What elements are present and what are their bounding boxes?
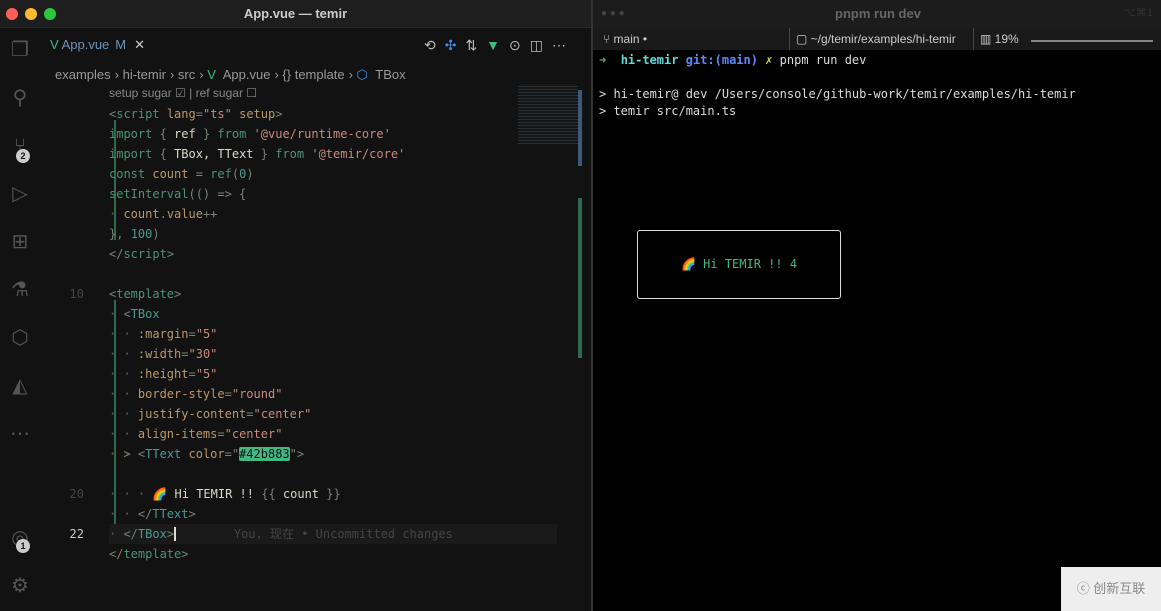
vue-icon[interactable]: ▼ xyxy=(486,37,509,53)
current-path: ▢ ~/g/temir/examples/hi-temir xyxy=(789,28,956,50)
prompt-line: ➜ hi-temir git:(main) ✗ pnpm run dev xyxy=(599,53,867,67)
code-line: · · :width="30" xyxy=(109,347,218,361)
terminal-title: pnpm run dev xyxy=(593,0,1161,28)
tab-app-vue[interactable]: V App.vue M ✕ xyxy=(50,37,145,53)
line-number: 20 xyxy=(69,487,84,501)
code-line: <script lang="ts" setup> xyxy=(109,107,283,121)
cpu-graph xyxy=(1031,40,1153,42)
code-line: · · </TText> xyxy=(109,507,196,521)
git-blame: You, 现在 • Uncommitted changes xyxy=(233,527,453,541)
code-line: </template> xyxy=(109,547,189,561)
codelens[interactable]: setup sugar ☑ | ref sugar ☐ xyxy=(109,86,257,100)
extensions-icon[interactable]: ⊞ xyxy=(6,228,34,256)
more-actions-icon[interactable]: ⋯ xyxy=(552,37,575,53)
code-line: const count = ref(0) xyxy=(109,167,254,181)
crumb[interactable]: TBox xyxy=(375,67,405,82)
git-branch: ⑂ main • xyxy=(603,32,648,46)
temir-render-box: 🌈 Hi TEMIR !! 4 xyxy=(637,230,841,299)
live-share-icon[interactable]: ✣ xyxy=(445,37,466,53)
current-line: · </TBox> You, 现在 • Uncommitted changes xyxy=(109,524,557,544)
code-line: <template> xyxy=(109,287,182,301)
crumb[interactable]: examples xyxy=(55,67,111,82)
window-title: App.vue — temir xyxy=(243,6,348,21)
code-line: setInterval(() => { xyxy=(109,187,247,201)
code-line: }, 100) xyxy=(109,227,160,241)
terminal-window: pnpm run dev ● ● ● ⌥⌘1 ⑂ main • ▢ ~/g/te… xyxy=(591,0,1161,611)
editor-tabs: V App.vue M ✕ ⟲✣⇅▼⊙◫⋯ xyxy=(40,28,591,64)
vscode-window: App.vue — temir ❐ ⚲ ⑂ 2 ▷ ⊞ ⚗ ⬡ ◭ ⋯ ◎ 1 … xyxy=(0,0,591,611)
editor-actions: ⟲✣⇅▼⊙◫⋯ xyxy=(424,37,575,54)
compare-icon[interactable]: ⇅ xyxy=(465,37,486,53)
code-line: import { TBox, TText } from '@temir/core… xyxy=(109,147,406,161)
code-line: · · :margin="5" xyxy=(109,327,218,341)
tab-label: App.vue xyxy=(61,37,110,52)
code-line: · · · 🌈 Hi TEMIR !! {{ count }} xyxy=(109,487,341,501)
code-line: · <TBox xyxy=(109,307,160,321)
scrollbar[interactable] xyxy=(578,90,582,166)
watermark-logo: ⓒ 创新互联 xyxy=(1061,567,1161,611)
timeline-icon[interactable]: ⟲ xyxy=(424,37,445,53)
modified-indicator: M xyxy=(115,37,127,52)
split-editor-icon[interactable]: ◫ xyxy=(530,37,552,53)
shortcut-label: ⌥⌘1 xyxy=(1123,7,1153,19)
code-line: · count.value++ xyxy=(109,207,218,221)
status-bar: ⑂ main • ▢ ~/g/temir/examples/hi-temir ▥… xyxy=(593,28,1161,50)
crumb[interactable]: hi-temir xyxy=(123,67,166,82)
scm-badge: 2 xyxy=(16,149,30,163)
output-line: > temir src/main.ts xyxy=(599,104,737,118)
crumb[interactable]: App.vue xyxy=(223,67,271,82)
scrollbar-changes xyxy=(578,198,582,358)
code-line: · · <TText color="#42b883"> xyxy=(109,447,305,461)
cpu-usage: ▥ 19% xyxy=(973,28,1019,50)
more-icon[interactable]: ⋯ xyxy=(6,420,34,448)
crumb[interactable]: {} template xyxy=(282,67,344,82)
gitlab-icon[interactable]: ◭ xyxy=(6,372,34,400)
code-line: · · border-style="round" xyxy=(109,387,283,401)
line-number: 10 xyxy=(69,287,84,301)
window-buttons[interactable]: ● ● ● xyxy=(601,8,625,19)
minimap[interactable] xyxy=(518,84,578,144)
code-line: · · justify-content="center" xyxy=(109,407,312,421)
crumb[interactable]: src xyxy=(178,67,195,82)
output-line: > hi-temir@ dev /Users/console/github-wo… xyxy=(599,87,1076,101)
code-line: </script> xyxy=(109,247,175,261)
code-line: import { ref } from '@vue/runtime-core' xyxy=(109,127,391,141)
code-line: · · :height="5" xyxy=(109,367,218,381)
accounts-badge: 1 xyxy=(16,539,30,553)
remote-icon[interactable]: ⬡ xyxy=(6,324,34,352)
git-graph-icon[interactable]: ⊙ xyxy=(509,37,530,53)
color-highlight: #42b883 xyxy=(239,447,290,461)
search-icon[interactable]: ⚲ xyxy=(6,84,34,112)
line-number: 22 xyxy=(69,527,84,541)
explorer-icon[interactable]: ❐ xyxy=(6,36,34,64)
testing-icon[interactable]: ⚗ xyxy=(6,276,34,304)
settings-gear-icon[interactable]: ⚙ xyxy=(6,572,34,600)
run-debug-icon[interactable]: ▷ xyxy=(6,180,34,208)
breadcrumb: examples › hi-temir › src › V App.vue › {} t… xyxy=(55,67,406,82)
code-line: · · align-items="center" xyxy=(109,427,283,441)
activity-bar: ❐ ⚲ ⑂ 2 ▷ ⊞ ⚗ ⬡ ◭ ⋯ ◎ 1 ⚙ xyxy=(0,28,40,611)
close-tab-icon[interactable]: ✕ xyxy=(134,37,145,52)
title-bar: App.vue — temir xyxy=(0,0,591,28)
